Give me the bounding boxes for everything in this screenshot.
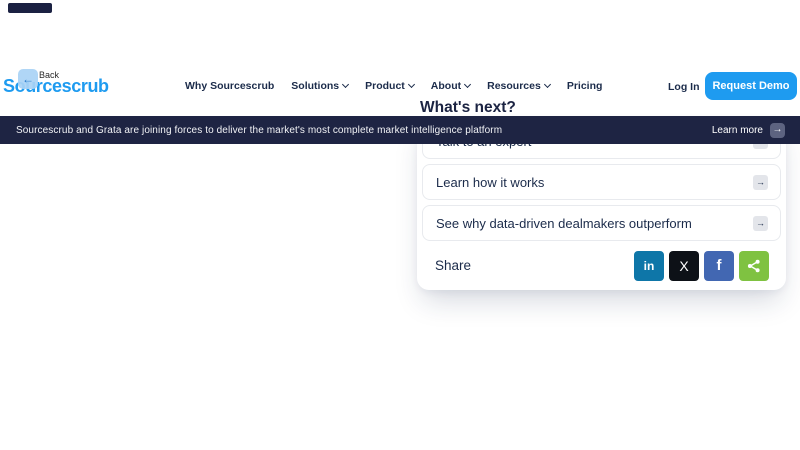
link-row-learn-how-it-works[interactable]: Learn how it works → (422, 164, 781, 200)
nav-label: Product (365, 80, 405, 92)
facebook-share-button[interactable]: f (704, 251, 734, 281)
nav-item-why-sourcescrub[interactable]: Why Sourcescrub (185, 80, 274, 92)
top-left-dark-bar (8, 3, 52, 13)
main-nav: Why Sourcescrub Solutions Product About … (185, 80, 602, 92)
social-buttons: in X f (634, 251, 769, 281)
back-arrow-icon: ← (22, 73, 34, 85)
x-share-button[interactable]: X (669, 251, 699, 281)
announcement-banner: Sourcescrub and Grata are joining forces… (0, 116, 800, 144)
nav-item-product[interactable]: Product (365, 80, 414, 92)
nav-item-pricing[interactable]: Pricing (567, 80, 603, 92)
learn-more-label: Learn more (712, 125, 763, 136)
x-icon: X (679, 258, 688, 274)
login-link[interactable]: Log In (668, 81, 700, 93)
nav-label: Resources (487, 80, 541, 92)
nav-label: Pricing (567, 80, 603, 92)
share-icon (746, 258, 762, 274)
back-button[interactable]: ← (18, 69, 38, 89)
link-label: See why data-driven dealmakers outperfor… (436, 216, 753, 231)
linkedin-icon: in (644, 259, 655, 273)
nav-label: About (431, 80, 461, 92)
arrow-right-icon: → (770, 123, 785, 138)
nav-item-resources[interactable]: Resources (487, 80, 550, 92)
nav-item-solutions[interactable]: Solutions (291, 80, 348, 92)
share-button[interactable] (739, 251, 769, 281)
nav-label: Solutions (291, 80, 339, 92)
arrow-right-icon: → (753, 216, 768, 231)
whats-next-heading: What's next? (420, 99, 516, 117)
announcement-text: Sourcescrub and Grata are joining forces… (16, 125, 712, 136)
chevron-down-icon (544, 81, 551, 88)
nav-label: Why Sourcescrub (185, 80, 274, 92)
arrow-right-icon: → (753, 175, 768, 190)
facebook-icon: f (717, 257, 722, 274)
chevron-down-icon (408, 81, 415, 88)
share-row: Share in X f (422, 246, 781, 285)
nav-item-about[interactable]: About (431, 80, 470, 92)
share-label: Share (435, 258, 634, 273)
link-label: Learn how it works (436, 175, 753, 190)
chevron-down-icon (464, 81, 471, 88)
link-row-dealmakers-outperform[interactable]: See why data-driven dealmakers outperfor… (422, 205, 781, 241)
request-demo-button[interactable]: Request Demo (705, 72, 797, 100)
back-button-label: Back (39, 70, 59, 80)
learn-more-link[interactable]: Learn more → (712, 123, 785, 138)
linkedin-share-button[interactable]: in (634, 251, 664, 281)
chevron-down-icon (342, 81, 349, 88)
